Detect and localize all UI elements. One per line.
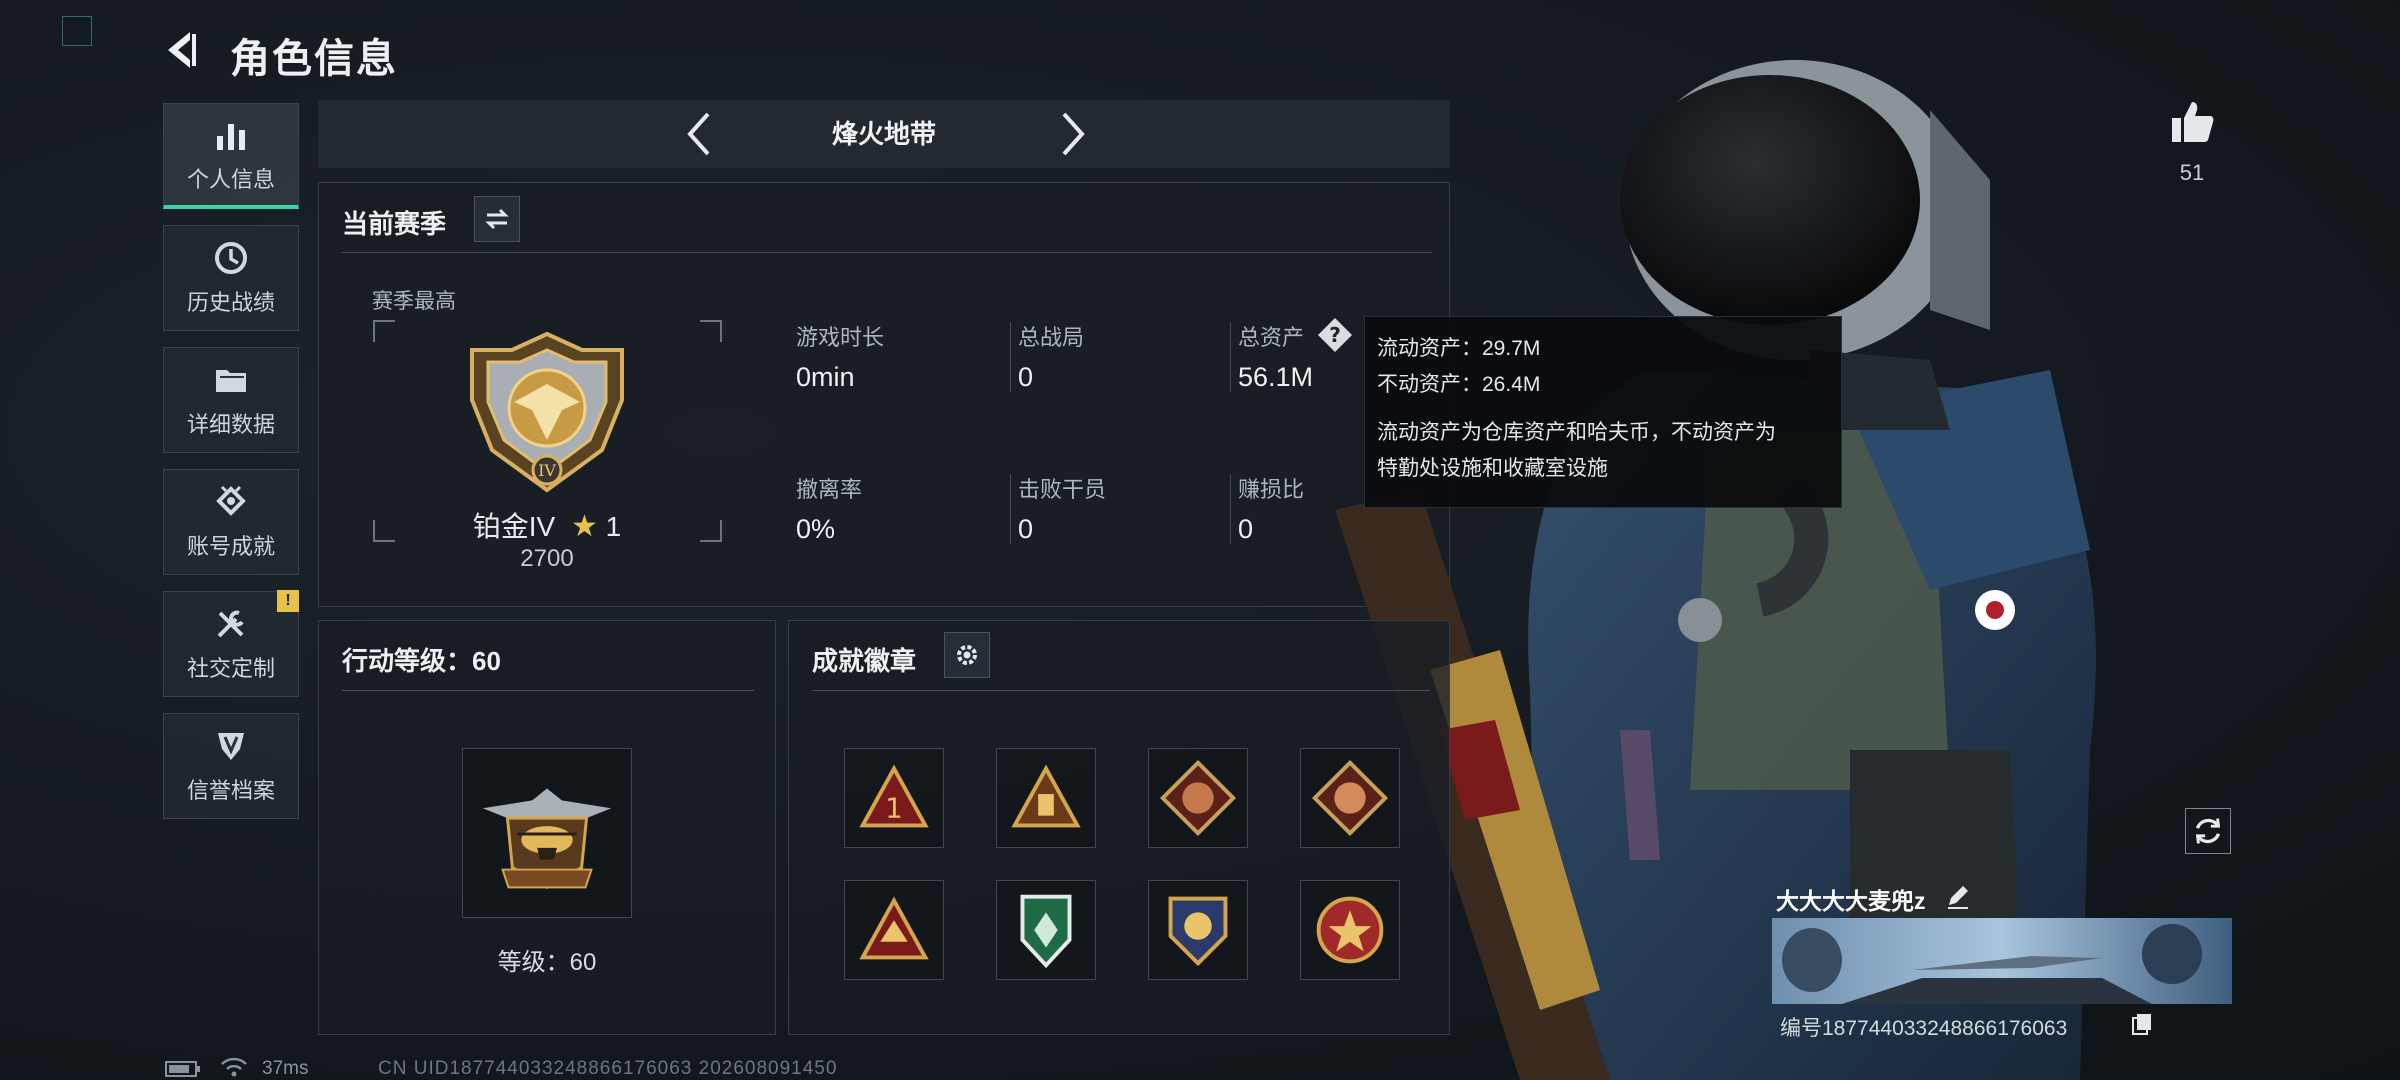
stat-label: 撤离率 [796, 477, 863, 502]
star-medal-badge-icon [1316, 896, 1384, 964]
badge-3[interactable] [1148, 748, 1248, 848]
chevron-right-icon[interactable] [1052, 108, 1092, 160]
rank-emblem-icon: IV [470, 331, 624, 493]
player-name: 大大大大麦兜z [1776, 888, 1926, 914]
stat-value: 0 [1018, 514, 1034, 544]
decorative-square [62, 16, 92, 46]
helicopter-emblem-icon [482, 788, 612, 890]
copy-icon[interactable] [2130, 1012, 2154, 1036]
clock-icon [215, 242, 247, 274]
ping-text: 37ms [262, 1058, 309, 1079]
badges-title: 成就徽章 [812, 646, 917, 676]
sidebar-item-label: 信誉档案 [186, 778, 275, 803]
svg-text:IV: IV [538, 461, 556, 480]
badge-8[interactable] [1300, 880, 1400, 980]
stat-value: 0min [796, 362, 855, 392]
sidebar-item-achievements[interactable]: 账号成就 [163, 469, 299, 575]
switch-season-button[interactable] [474, 196, 520, 242]
folder-icon [216, 370, 246, 392]
back-arrow-icon[interactable] [160, 26, 208, 74]
sidebar-item-label: 历史战绩 [186, 290, 275, 315]
stat-label: 击败干员 [1018, 477, 1107, 502]
rank-name: 铂金IV [472, 511, 556, 542]
rank-score: 2700 [520, 545, 574, 572]
badge-7[interactable] [1148, 880, 1248, 980]
divider [1010, 322, 1011, 392]
divider [1230, 322, 1231, 392]
gear-icon [957, 645, 977, 665]
achievement-icon [216, 485, 246, 516]
season-title: 当前赛季 [342, 209, 447, 239]
badge-4[interactable] [1300, 748, 1400, 848]
season-best-label: 赛季最高 [372, 290, 456, 313]
gold-crest-badge-icon [1168, 896, 1228, 967]
like-count: 51 [2179, 160, 2205, 185]
tooltip-description: 特勤处设施和收藏室设施 [1377, 457, 1608, 480]
dragon-diamond-badge-icon [1311, 759, 1389, 837]
stat-label: 游戏时长 [796, 325, 885, 350]
shield-icon [218, 733, 244, 760]
divider [342, 252, 1432, 253]
badge-5[interactable] [844, 880, 944, 980]
thumbs-up-icon[interactable] [2168, 98, 2216, 146]
notification-badge: ! [277, 590, 299, 612]
refresh-button[interactable] [2185, 808, 2231, 854]
rank-name-row: 铂金IV ★ 1 [372, 505, 722, 545]
badge-2[interactable] [996, 748, 1096, 848]
asset-tooltip: 流动资产：29.7M 不动资产：26.4M 流动资产为仓库资产和哈夫币，不动资产… [1364, 316, 1842, 508]
sidebar-item-label: 社交定制 [186, 656, 275, 681]
wifi-icon [221, 1057, 247, 1077]
level-label: 等级：60 [497, 949, 597, 976]
bar-chart-icon [217, 123, 245, 150]
green-shield-badge-icon [1020, 894, 1072, 969]
divider [1010, 474, 1011, 544]
triangle-badge-icon [859, 896, 929, 960]
chevron-left-icon[interactable] [680, 108, 720, 160]
battery-icon [165, 1061, 200, 1077]
frame-corner [700, 320, 722, 342]
player-id: 编号1877440332488661​76063 [1780, 1017, 2068, 1040]
sidebar-item-details[interactable]: 详细数据 [163, 347, 299, 453]
refresh-icon [2195, 818, 2221, 844]
stat-value: 0% [796, 514, 836, 544]
sidebar-item-label: 详细数据 [186, 412, 275, 437]
stat-label: 总战局 [1018, 325, 1085, 350]
rank-stars: 1 [605, 511, 622, 542]
level-emblem-frame [462, 748, 632, 918]
sidebar-item-label: 个人信息 [186, 166, 275, 192]
star-icon: ★ [570, 510, 598, 543]
divider [812, 690, 1430, 691]
edit-pencil-icon[interactable] [1944, 882, 1972, 910]
page-title: 角色信息 [230, 37, 398, 81]
divider [342, 690, 754, 691]
sidebar-item-personal-info[interactable]: 个人信息 [163, 103, 299, 209]
triangle-rank-badge-icon: 1 [859, 764, 929, 828]
stat-value: 0 [1238, 514, 1254, 544]
liquid-assets-text: 流动资产：29.7M [1377, 337, 1541, 360]
divider [1230, 474, 1231, 544]
action-level-title: 行动等级：60 [342, 646, 501, 676]
uid-text: CN UID1877440332488661​76063 20260809​14… [378, 1058, 838, 1079]
swap-icon [485, 208, 509, 230]
triangle-badge-icon [1011, 764, 1081, 828]
fixed-assets-text: 不动资产：26.4M [1377, 373, 1541, 396]
dragon-diamond-badge-icon [1159, 759, 1237, 837]
mode-title: 烽火地带 [831, 119, 936, 149]
frame-corner [373, 320, 395, 342]
stat-value: 0 [1018, 362, 1034, 392]
sidebar-item-reputation[interactable]: 信誉档案 [163, 713, 299, 819]
tools-icon [217, 610, 244, 638]
svg-text:1: 1 [885, 794, 902, 825]
tooltip-description: 流动资产为仓库资产和哈夫币，不动资产为 [1377, 421, 1776, 444]
name-card-banner [1772, 918, 2232, 1004]
sidebar-item-history[interactable]: 历史战绩 [163, 225, 299, 331]
badge-6[interactable] [996, 880, 1096, 980]
sidebar-item-label: 账号成就 [186, 534, 275, 559]
badge-settings-button[interactable] [944, 632, 990, 678]
badge-1[interactable]: 1 [844, 748, 944, 848]
